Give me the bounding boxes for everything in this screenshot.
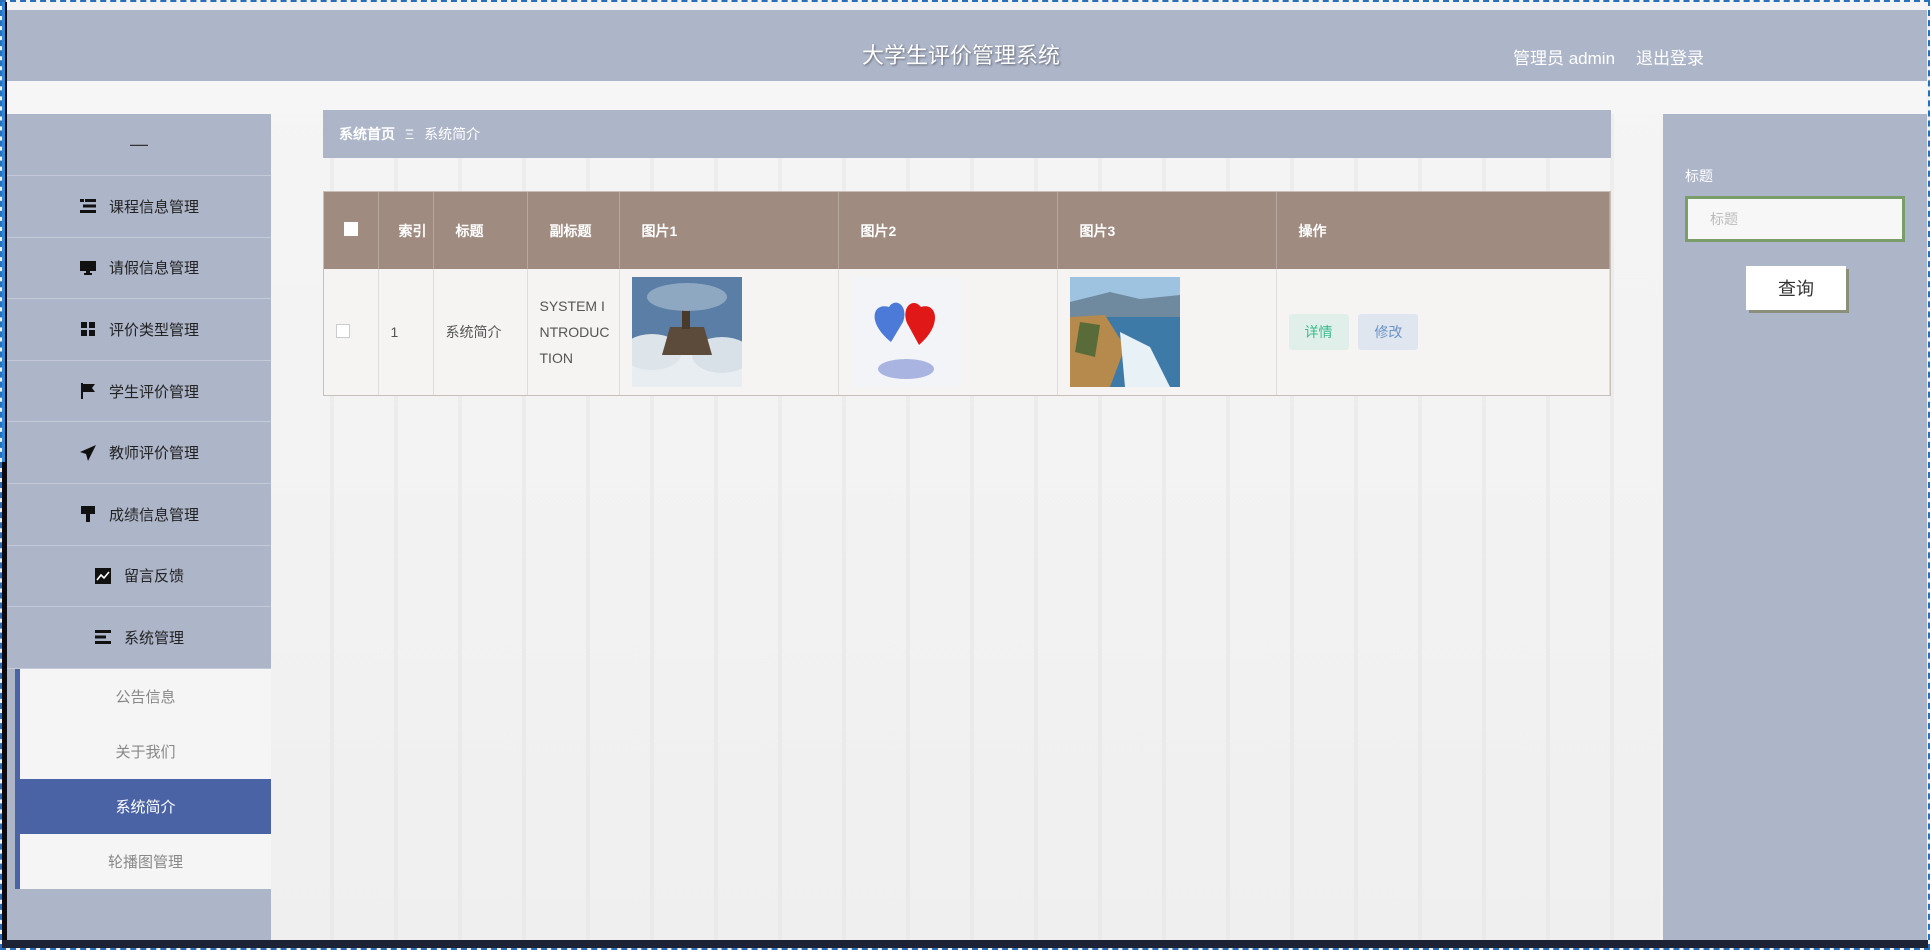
table-row: 1 系统简介 SYSTEM INTRODUCTION 详情 修改 xyxy=(324,269,1610,395)
monitor-icon xyxy=(79,259,97,277)
sidebar-item-system[interactable]: 系统管理 xyxy=(7,607,271,669)
select-all-checkbox[interactable] xyxy=(344,222,358,236)
castle-in-clouds-image xyxy=(631,277,742,387)
sidebar-item-label: 教师评价管理 xyxy=(108,445,199,463)
sidebar: — 课程信息管理 请假信息管理 评价类型管理 学生评价管理 教师评价管理 成绩信… xyxy=(7,114,271,940)
column-header-actions: 操作 xyxy=(1276,192,1610,269)
actions-cell: 详情 修改 xyxy=(1276,269,1610,395)
current-user: 管理员 admin xyxy=(1513,49,1616,68)
subtitle-cell: SYSTEM INTRODUCTION xyxy=(527,269,620,395)
sidebar-item-label: 留言反馈 xyxy=(123,568,184,586)
sidebar-item-feedback[interactable]: 留言反馈 xyxy=(7,546,271,608)
column-header-index: 索引 xyxy=(378,192,434,269)
sidebar-item-teacher-eval[interactable]: 教师评价管理 xyxy=(7,422,271,484)
coastline-image xyxy=(1069,277,1180,387)
search-title-input[interactable] xyxy=(1685,196,1905,242)
hearts-image xyxy=(850,277,961,387)
select-all-header xyxy=(324,192,379,269)
app-title: 大学生评价管理系统 xyxy=(862,43,1061,68)
os-taskbar xyxy=(2,940,1928,948)
brush-icon xyxy=(79,505,97,523)
column-header-image3: 图片3 xyxy=(1057,192,1277,269)
sidebar-item-leave[interactable]: 请假信息管理 xyxy=(7,238,271,300)
row-select-cell xyxy=(324,269,379,395)
window-edge-accent xyxy=(2,2,5,462)
sidebar-item-eval-types[interactable]: 评价类型管理 xyxy=(7,299,271,361)
title-cell: 系统简介 xyxy=(433,269,528,395)
column-header-image2: 图片2 xyxy=(838,192,1058,269)
sidebar-item-label: 学生评价管理 xyxy=(108,383,199,401)
sidebar-toggle-button[interactable]: — xyxy=(7,114,271,176)
column-header-image1: 图片1 xyxy=(619,192,839,269)
sidebar-item-label: 请假信息管理 xyxy=(108,260,199,278)
logout-link[interactable]: 退出登录 xyxy=(1636,44,1704,69)
chart-icon xyxy=(94,567,112,585)
column-header-title: 标题 xyxy=(433,192,528,269)
sidebar-item-label: 成绩信息管理 xyxy=(108,506,199,524)
breadcrumb-home[interactable]: 系统首页 xyxy=(339,124,395,144)
search-button[interactable]: 查询 xyxy=(1746,266,1846,310)
image2-cell xyxy=(838,269,1058,395)
edit-button[interactable]: 修改 xyxy=(1358,314,1419,350)
index-cell: 1 xyxy=(378,269,434,395)
row-checkbox[interactable] xyxy=(336,323,350,338)
sidebar-item-label: 课程信息管理 xyxy=(108,198,199,216)
image3-cell xyxy=(1057,269,1277,395)
sidebar-item-grades[interactable]: 成绩信息管理 xyxy=(7,484,271,546)
sidebar-item-courses[interactable]: 课程信息管理 xyxy=(7,176,271,238)
search-panel: 标题 查询 xyxy=(1663,114,1927,940)
image1-cell xyxy=(619,269,839,395)
grid-icon xyxy=(79,320,97,338)
detail-button[interactable]: 详情 xyxy=(1288,314,1349,350)
sidebar-subitem-notice[interactable]: 公告信息 xyxy=(15,668,271,724)
menu-icon xyxy=(94,628,112,646)
send-icon xyxy=(79,444,97,462)
table-header-row: 索引 标题 副标题 图片1 图片2 图片3 操作 xyxy=(324,192,1610,269)
breadcrumb-current: 系统简介 xyxy=(424,126,481,142)
sidebar-item-label: 评价类型管理 xyxy=(108,321,199,339)
list-icon xyxy=(79,197,97,215)
sidebar-subitem-about[interactable]: 关于我们 xyxy=(15,723,271,779)
sidebar-subitem-carousel[interactable]: 轮播图管理 xyxy=(15,833,271,889)
breadcrumb: 系统首页 Ξ 系统简介 xyxy=(323,110,1611,158)
top-header: 大学生评价管理系统 管理员 admin 退出登录 xyxy=(7,10,1927,81)
breadcrumb-separator: Ξ xyxy=(405,126,415,142)
sidebar-item-label: 系统管理 xyxy=(123,629,184,647)
flag-icon xyxy=(79,382,97,400)
sidebar-item-student-eval[interactable]: 学生评价管理 xyxy=(7,361,271,423)
sidebar-subitem-intro[interactable]: 系统简介 xyxy=(15,778,271,834)
column-header-subtitle: 副标题 xyxy=(527,192,620,269)
search-title-label: 标题 xyxy=(1685,168,1713,184)
app-window: 大学生评价管理系统 管理员 admin 退出登录 — 课程信息管理 请假信息管理… xyxy=(0,0,1930,950)
data-table: 索引 标题 副标题 图片1 图片2 图片3 操作 1 系统简介 SYSTEM I… xyxy=(323,191,1611,396)
